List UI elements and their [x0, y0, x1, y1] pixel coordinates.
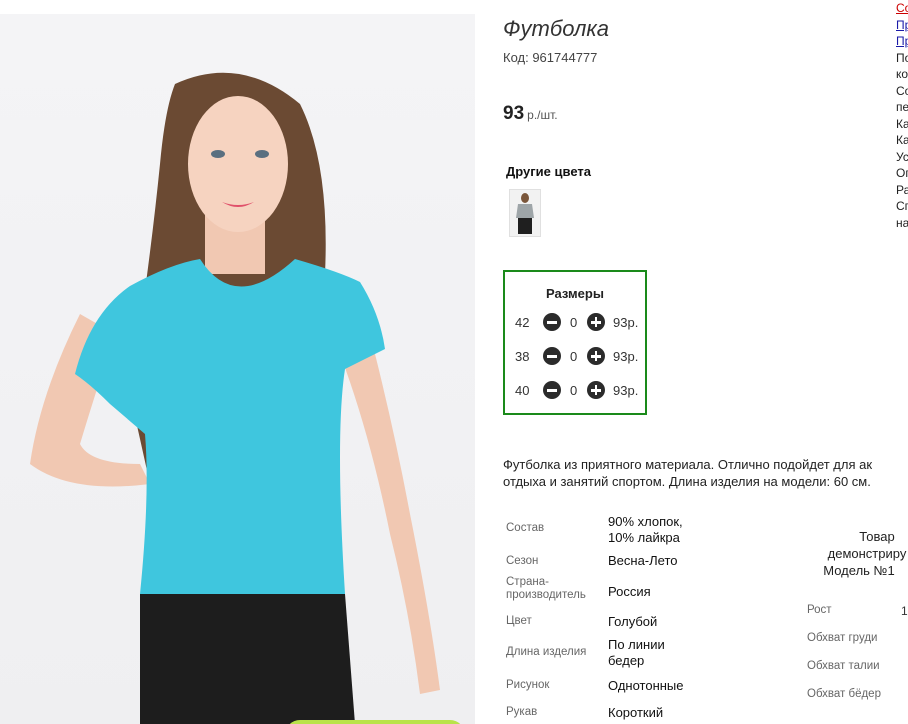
measure-value: 1	[901, 604, 908, 618]
spec-label: Состав	[506, 522, 545, 534]
model-line: Товар	[859, 529, 895, 544]
right-nav-item: Ка	[896, 133, 908, 147]
spec-value: Однотонные	[608, 678, 684, 693]
increment-button[interactable]	[587, 381, 605, 399]
model-info: Товар демонстриру Модель №1	[807, 528, 908, 588]
description-line: Футболка из приятного материала. Отлично…	[503, 457, 873, 472]
right-nav-item: Сп	[896, 199, 908, 213]
measure-label: Обхват талии	[807, 660, 880, 672]
product-price: 93 р./шт.	[503, 103, 558, 125]
product-photo[interactable]	[0, 14, 475, 724]
spec-label: Цвет	[506, 615, 532, 627]
model-line: Модель №1	[823, 563, 895, 578]
right-nav-item[interactable]: Пр	[896, 33, 908, 50]
quantity-value: 0	[570, 349, 578, 364]
right-nav-item: Ка	[896, 116, 908, 131]
size-value: 38	[515, 349, 530, 364]
spec-label: Сезон	[506, 555, 539, 567]
size-row: 42 0 93р.	[513, 313, 647, 333]
right-info-column: СоПрПрПокоСопеКаКаУсОпРаСпна	[896, 0, 908, 231]
other-colors-title: Другие цвета	[506, 164, 591, 179]
increment-button[interactable]	[587, 347, 605, 365]
model-line: демонстриру	[827, 546, 907, 561]
right-nav-item[interactable]: Со	[896, 0, 908, 17]
spec-label: Длина изделия	[506, 646, 587, 658]
quantity-value: 0	[570, 315, 578, 330]
decrement-button[interactable]	[543, 313, 561, 331]
buy-button[interactable]	[285, 720, 465, 724]
model-illustration	[30, 72, 440, 724]
size-row: 38 0 93р.	[513, 347, 647, 367]
right-nav-item: ко	[896, 67, 908, 81]
product-code: Код: 961744777	[503, 50, 598, 65]
size-value: 40	[515, 383, 530, 398]
right-nav-item: По	[896, 50, 908, 65]
price-unit: р./шт.	[527, 108, 558, 122]
right-nav-item: Ра	[896, 182, 908, 197]
price-value: 93	[503, 103, 525, 124]
decrement-button[interactable]	[543, 347, 561, 365]
quantity-value: 0	[570, 383, 578, 398]
spec-value: 90% хлопок, 10% лайкра	[608, 514, 683, 545]
increment-button[interactable]	[587, 313, 605, 331]
spec-value: По линии бедер	[608, 637, 665, 668]
measure-label: Обхват груди	[807, 632, 878, 644]
measure-label: Рост	[807, 604, 832, 616]
right-nav-item: пе	[896, 100, 908, 114]
sizes-title: Размеры	[546, 286, 604, 301]
spec-value: Весна-Лето	[608, 553, 678, 568]
size-price: 93р.	[613, 315, 639, 330]
size-row: 40 0 93р.	[513, 381, 647, 401]
size-value: 42	[515, 315, 530, 330]
decrement-button[interactable]	[543, 381, 561, 399]
size-price: 93р.	[613, 383, 639, 398]
sizes-panel: Размеры 42 0 93р. 38 0 93р. 40 0 93р.	[503, 270, 647, 415]
right-nav-item[interactable]: Пр	[896, 17, 908, 34]
right-nav-item: на	[896, 215, 908, 230]
product-description: Футболка из приятного материала. Отлично…	[503, 456, 908, 490]
size-price: 93р.	[613, 349, 639, 364]
right-nav-item: Со	[896, 83, 908, 98]
description-line: отдыха и занятий спортом. Длина изделия …	[503, 474, 871, 489]
measure-label: Обхват бёдер	[807, 688, 881, 700]
spec-value: Короткий	[608, 705, 664, 720]
thumbnail-image	[516, 193, 534, 234]
spec-value: Голубой	[608, 614, 658, 629]
spec-label: Страна-производитель	[506, 576, 586, 601]
spec-label: Рукав	[506, 706, 538, 718]
color-thumbnail-grey[interactable]	[509, 189, 541, 237]
right-nav-item: Ус	[896, 149, 908, 164]
right-nav-item: Оп	[896, 166, 908, 180]
spec-label: Рисунок	[506, 679, 550, 691]
product-title: Футболка	[503, 16, 609, 41]
spec-value: Россия	[608, 584, 651, 599]
